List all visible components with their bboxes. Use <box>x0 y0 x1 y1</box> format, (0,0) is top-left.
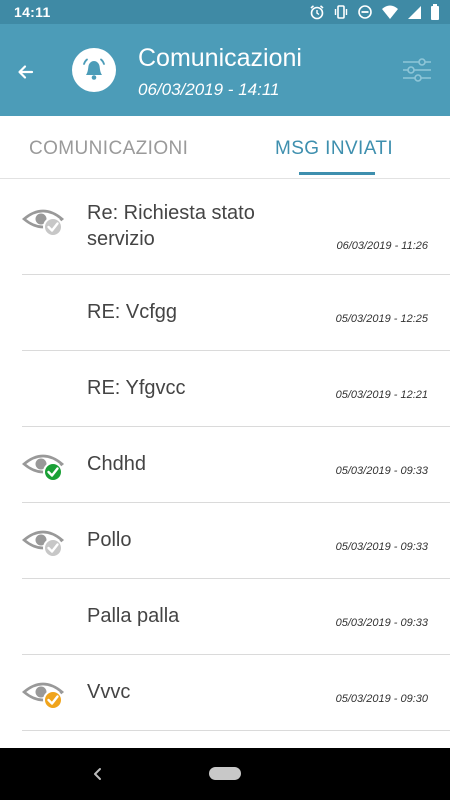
message-subject: Vvvc <box>87 681 131 703</box>
status-icons <box>309 3 440 21</box>
app-logo <box>72 48 116 92</box>
message-subject: RE: Yfgvcc <box>87 377 186 399</box>
message-subject: Pollo <box>87 529 132 551</box>
status-time: 14:11 <box>14 4 51 20</box>
message-date: 05/03/2019 - 09:33 <box>335 541 428 553</box>
message-row[interactable]: Pollo 05/03/2019 - 09:33 <box>0 503 450 579</box>
filter-sliders-icon <box>403 58 431 82</box>
tab-bar: COMUNICAZIONI MSG INVIATI <box>0 116 450 179</box>
navigation-bar <box>0 748 450 800</box>
back-button[interactable] <box>12 58 40 86</box>
row-divider <box>22 730 450 731</box>
message-row[interactable]: RE: Yfgvcc 05/03/2019 - 12:21 <box>0 351 450 427</box>
vibrate-icon <box>334 5 348 19</box>
battery-icon <box>431 4 439 20</box>
message-date: 05/03/2019 - 09:33 <box>335 465 428 477</box>
page-title: Comunicazioni <box>138 44 302 72</box>
message-row[interactable]: Vvvc 05/03/2019 - 09:30 <box>0 655 450 731</box>
read-status-icon <box>22 530 65 558</box>
read-status-icon <box>22 454 65 482</box>
nav-back-icon[interactable] <box>91 766 105 782</box>
active-tab-indicator <box>299 172 375 175</box>
message-date: 06/03/2019 - 11:26 <box>336 240 428 252</box>
message-subject: Chdhd <box>87 453 146 475</box>
filter-button[interactable] <box>400 54 434 86</box>
page-subtitle: 06/03/2019 - 14:11 <box>138 80 280 99</box>
do-not-disturb-icon <box>358 5 372 19</box>
arrow-back-icon <box>18 65 34 79</box>
message-subject: Palla palla <box>87 605 180 627</box>
message-row[interactable]: Palla palla 05/03/2019 - 09:33 <box>0 579 450 655</box>
tab-comunicazioni[interactable]: COMUNICAZIONI <box>29 138 188 160</box>
alarm-icon <box>310 5 324 20</box>
signal-icon <box>408 5 421 19</box>
message-row[interactable]: RE: Vcfgg 05/03/2019 - 12:25 <box>0 275 450 351</box>
app-bar: Comunicazioni 06/03/2019 - 14:11 <box>0 24 450 116</box>
message-subject: Re: Richiesta stato servizio <box>87 202 255 250</box>
nav-home-button[interactable] <box>209 767 241 780</box>
status-bar: 14:11 <box>0 0 450 24</box>
message-date: 05/03/2019 - 09:30 <box>335 693 428 705</box>
message-date: 05/03/2019 - 09:33 <box>335 617 428 629</box>
message-date: 05/03/2019 - 12:25 <box>335 313 428 325</box>
message-date: 05/03/2019 - 12:21 <box>335 389 428 401</box>
message-subject: RE: Vcfgg <box>87 301 178 323</box>
tab-msg-inviati[interactable]: MSG INVIATI <box>275 138 393 160</box>
message-row[interactable]: Re: Richiesta stato servizio 06/03/2019 -… <box>0 178 450 275</box>
bell-icon <box>83 58 105 80</box>
wifi-icon <box>382 5 398 19</box>
read-status-icon <box>22 209 65 237</box>
message-list: Re: Richiesta stato servizio 06/03/2019 -… <box>0 178 450 731</box>
message-row[interactable]: Chdhd 05/03/2019 - 09:33 <box>0 427 450 503</box>
read-status-icon <box>22 682 65 710</box>
